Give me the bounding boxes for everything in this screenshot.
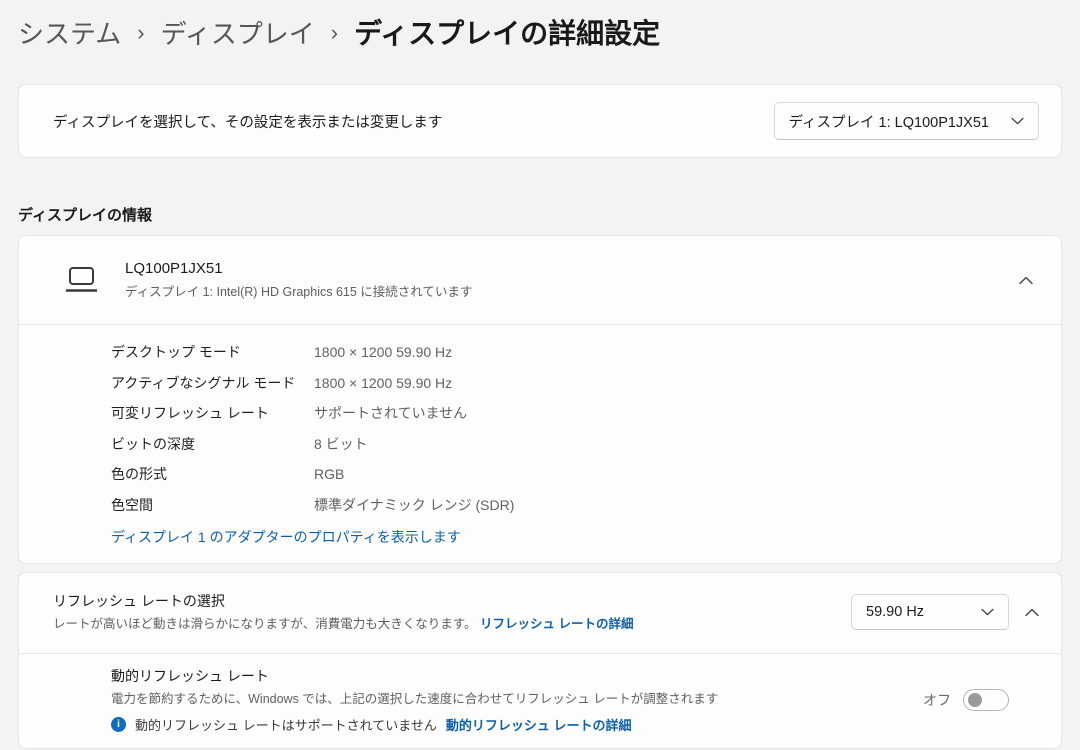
spec-row-color-format: 色の形式 RGB — [111, 459, 1031, 490]
display-connection-subtitle: ディスプレイ 1: Intel(R) HD Graphics 615 に接続され… — [125, 285, 473, 299]
spec-label: アクティブなシグナル モード — [111, 374, 296, 391]
spec-row-bit-depth: ビットの深度 8 ビット — [111, 429, 1031, 460]
dynamic-refresh-rate-status-text: 動的リフレッシュ レートはサポートされていません — [135, 718, 437, 733]
display-info-card: LQ100P1JX51 ディスプレイ 1: Intel(R) HD Graphi… — [18, 235, 1062, 564]
spec-value: 1800 × 1200 59.90 Hz — [314, 374, 453, 391]
dynamic-refresh-rate-title: 動的リフレッシュ レート — [111, 668, 269, 684]
chevron-up-icon[interactable] — [1025, 608, 1039, 617]
refresh-rate-description: レートが高いほど動きは滑らかになりますが、消費電力も大きくなります。 リフレッシ… — [53, 615, 633, 633]
chevron-down-icon — [981, 608, 994, 616]
spec-row-variable-refresh-rate: 可変リフレッシュ レート サポートされていません — [111, 398, 1031, 429]
breadcrumb-separator-icon: › — [330, 20, 339, 45]
breadcrumb-item-system[interactable]: システム — [18, 14, 121, 51]
refresh-rate-description-text: レートが高いほど動きは滑らかになりますが、消費電力も大きくなります。 — [53, 617, 477, 631]
laptop-icon — [63, 265, 99, 295]
dynamic-refresh-rate-description: 電力を節約するために、Windows では、上記の選択した速度に合わせてリフレッ… — [111, 692, 719, 706]
advanced-display-settings-page: システム › ディスプレイ › ディスプレイの詳細設定 ディスプレイを選択して、… — [0, 0, 1080, 749]
display-select-value: ディスプレイ 1: LQ100P1JX51 — [788, 114, 989, 131]
chevron-down-icon — [1011, 117, 1024, 125]
spec-row-color-space: 色空間 標準ダイナミック レンジ (SDR) — [111, 490, 1031, 521]
section-title-display-info: ディスプレイの情報 — [18, 207, 152, 224]
dynamic-refresh-rate-text: 動的リフレッシュ レート 電力を節約するために、Windows では、上記の選択… — [111, 666, 718, 734]
refresh-rate-header: リフレッシュ レートの選択 レートが高いほど動きは滑らかになりますが、消費電力も… — [19, 573, 1061, 653]
spec-label: ビットの深度 — [111, 435, 195, 452]
dynamic-refresh-toggle[interactable] — [963, 689, 1009, 711]
display-info-titles: LQ100P1JX51 ディスプレイ 1: Intel(R) HD Graphi… — [125, 260, 472, 300]
refresh-rate-titles: リフレッシュ レートの選択 レートが高いほど動きは滑らかになりますが、消費電力も… — [53, 591, 633, 633]
dynamic-refresh-toggle-group: オフ — [923, 689, 1009, 711]
spec-row-desktop-mode: デスクトップ モード 1800 × 1200 59.90 Hz — [111, 337, 1031, 368]
toggle-state-label: オフ — [923, 692, 951, 708]
info-icon: i — [111, 717, 126, 732]
dynamic-refresh-rate-status: i 動的リフレッシュ レートはサポートされていません 動的リフレッシュ レートの… — [111, 715, 718, 734]
spec-label: 可変リフレッシュ レート — [111, 405, 269, 422]
display-info-expander-header[interactable]: LQ100P1JX51 ディスプレイ 1: Intel(R) HD Graphi… — [19, 236, 1061, 324]
refresh-rate-value: 59.90 Hz — [866, 604, 925, 620]
refresh-rate-title: リフレッシュ レートの選択 — [53, 593, 225, 609]
refresh-rate-learn-more-link[interactable]: リフレッシュ レートの詳細 — [480, 615, 633, 633]
breadcrumb-separator-icon: › — [137, 20, 145, 45]
spec-value: RGB — [314, 466, 345, 483]
chevron-up-icon[interactable] — [1019, 276, 1033, 285]
page-title: ディスプレイの詳細設定 — [354, 18, 661, 49]
display-select-card: ディスプレイを選択して、その設定を表示または変更します ディスプレイ 1: LQ… — [18, 84, 1062, 158]
display-model-name: LQ100P1JX51 — [125, 260, 223, 277]
refresh-rate-card: リフレッシュ レートの選択 レートが高いほど動きは滑らかになりますが、消費電力も… — [18, 572, 1062, 749]
dynamic-refresh-learn-more-link[interactable]: 動的リフレッシュ レートの詳細 — [446, 715, 632, 734]
spec-value: 標準ダイナミック レンジ (SDR) — [314, 496, 515, 513]
spec-label: 色の形式 — [111, 466, 167, 483]
spec-value: 1800 × 1200 59.90 Hz — [314, 344, 453, 361]
spec-row-active-signal-mode: アクティブなシグナル モード 1800 × 1200 59.90 Hz — [111, 368, 1031, 399]
display-info-details: デスクトップ モード 1800 × 1200 59.90 Hz アクティブなシグ… — [19, 324, 1061, 563]
breadcrumb-item-display[interactable]: ディスプレイ — [161, 14, 315, 51]
spec-label: 色空間 — [111, 496, 153, 513]
display-select-dropdown[interactable]: ディスプレイ 1: LQ100P1JX51 — [773, 102, 1039, 140]
display-select-label: ディスプレイを選択して、その設定を表示または変更します — [53, 114, 443, 131]
breadcrumb: システム › ディスプレイ › ディスプレイの詳細設定 — [0, 0, 1080, 52]
adapter-properties-link[interactable]: ディスプレイ 1 のアダプターのプロパティを表示します — [111, 527, 461, 547]
toggle-knob — [968, 693, 982, 707]
dynamic-refresh-rate-row: 動的リフレッシュ レート 電力を節約するために、Windows では、上記の選択… — [19, 653, 1061, 748]
spec-value: 8 ビット — [314, 435, 368, 452]
refresh-rate-controls: 59.90 Hz — [851, 594, 1039, 630]
refresh-rate-dropdown[interactable]: 59.90 Hz — [851, 594, 1009, 630]
spec-value: サポートされていません — [314, 405, 468, 422]
spec-label: デスクトップ モード — [111, 344, 241, 361]
